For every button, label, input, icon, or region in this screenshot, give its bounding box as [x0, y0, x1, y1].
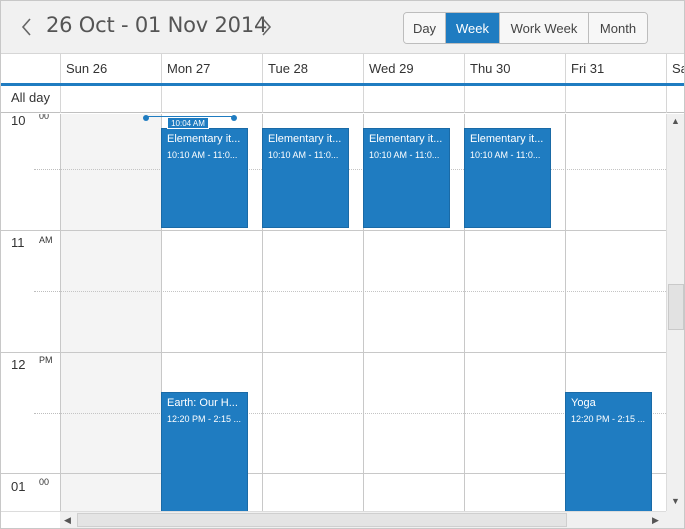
day-header-tue[interactable]: Tue 28: [262, 54, 363, 85]
all-day-label: All day: [11, 90, 51, 105]
chevron-right-icon: [262, 18, 272, 36]
appointment-time: 10:10 AM - 11:0...: [470, 150, 541, 160]
view-switcher: Day Week Work Week Month: [403, 12, 648, 44]
all-day-cell[interactable]: [666, 86, 684, 113]
half-hour-mark: [34, 291, 60, 292]
appointment-title: Elementary it...: [470, 133, 544, 145]
scroll-up-icon[interactable]: ▲: [671, 116, 680, 126]
appointment-time: 12:20 PM - 2:15 ...: [571, 414, 646, 424]
scroll-right-icon[interactable]: ▶: [652, 515, 659, 526]
horizontal-scrollbar[interactable]: ◀ ▶: [60, 511, 666, 528]
appointment[interactable]: Yoga 12:20 PM - 2:15 ...: [565, 392, 652, 511]
hour-label: 01: [11, 479, 26, 494]
scroll-left-icon[interactable]: ◀: [64, 515, 71, 526]
hour-line: [60, 352, 666, 353]
appointment[interactable]: Earth: Our H... 12:20 PM - 2:15 ...: [161, 392, 248, 511]
day-header-fri[interactable]: Fri 31: [565, 54, 666, 85]
current-time-dot: [143, 115, 149, 121]
hour-suffix: 00: [39, 477, 50, 487]
all-day-row: All day: [1, 86, 684, 113]
appointment-title: Elementary it...: [369, 133, 443, 145]
hour-suffix: PM: [39, 355, 53, 365]
appointment[interactable]: Elementary it... 10:10 AM - 11:0...: [464, 128, 551, 228]
appointment[interactable]: Elementary it... 10:10 AM - 11:0...: [363, 128, 450, 228]
appointment-title: Earth: Our H...: [167, 397, 238, 409]
chevron-left-icon: [21, 18, 31, 36]
all-day-cell[interactable]: [363, 86, 464, 113]
horizontal-scroll-thumb[interactable]: [77, 513, 567, 527]
scrollbar-corner: [666, 511, 684, 528]
hour-line: [1, 352, 60, 353]
day-header-row: Sun 26 Mon 27 Tue 28 Wed 29 Thu 30 Fri 3…: [1, 54, 684, 85]
time-axis: 10 00 11 AM 12 PM 01 00: [1, 114, 60, 511]
scroll-down-icon[interactable]: ▼: [671, 496, 680, 506]
hour-suffix: AM: [39, 235, 53, 245]
half-hour-mark: [34, 169, 60, 170]
vertical-scroll-thumb[interactable]: [668, 284, 684, 330]
scheduler: 26 Oct - 01 Nov 2014 Day Week Work Week …: [0, 0, 685, 529]
hour-line: [1, 473, 60, 474]
all-day-cell[interactable]: [262, 86, 363, 113]
appointment-time: 10:10 AM - 11:0...: [268, 150, 339, 160]
hour-label: 10: [11, 114, 26, 128]
view-month-button[interactable]: Month: [589, 13, 647, 43]
day-header-wed[interactable]: Wed 29: [363, 54, 464, 85]
all-day-cell[interactable]: [565, 86, 666, 113]
view-week-button[interactable]: Week: [446, 13, 500, 43]
appointment[interactable]: Elementary it... 10:10 AM - 11:0...: [161, 128, 248, 228]
hour-line: [60, 230, 666, 231]
all-day-cell[interactable]: [60, 86, 161, 113]
day-header-mon[interactable]: Mon 27: [161, 54, 262, 85]
day-header-sun[interactable]: Sun 26: [60, 54, 161, 85]
scrollbar-gutter: [1, 511, 60, 528]
view-work-week-button[interactable]: Work Week: [500, 13, 589, 43]
day-header-sat[interactable]: Sat 01: [666, 54, 684, 85]
hour-label: 11: [11, 235, 25, 250]
next-week-button[interactable]: [258, 16, 274, 38]
hour-line: [1, 230, 60, 231]
appointment-title: Elementary it...: [167, 133, 241, 145]
all-day-cell[interactable]: [161, 86, 262, 113]
current-time-dot: [231, 115, 237, 121]
view-day-button[interactable]: Day: [404, 13, 446, 43]
half-hour-mark: [34, 413, 60, 414]
time-grid: 10 00 11 AM 12 PM 01 00 Elementary it...…: [1, 114, 666, 511]
day-header-thu[interactable]: Thu 30: [464, 54, 565, 85]
hour-suffix: 00: [39, 114, 50, 121]
day-column-sun[interactable]: [60, 114, 161, 511]
appointment-time: 12:20 PM - 2:15 ...: [167, 414, 242, 424]
vertical-scrollbar[interactable]: ▲ ▼: [666, 114, 684, 511]
current-time-label: 10:04 AM: [167, 117, 209, 129]
toolbar: 26 Oct - 01 Nov 2014 Day Week Work Week …: [1, 1, 684, 54]
appointment-time: 10:10 AM - 11:0...: [369, 150, 440, 160]
appointment[interactable]: Elementary it... 10:10 AM - 11:0...: [262, 128, 349, 228]
hour-label: 12: [11, 357, 26, 372]
appointment-time: 10:10 AM - 11:0...: [167, 150, 238, 160]
all-day-cell[interactable]: [464, 86, 565, 113]
appointment-title: Elementary it...: [268, 133, 342, 145]
half-hour-line: [60, 291, 666, 292]
appointment-title: Yoga: [571, 397, 596, 409]
previous-week-button[interactable]: [19, 16, 35, 38]
date-range-title[interactable]: 26 Oct - 01 Nov 2014: [46, 13, 267, 37]
